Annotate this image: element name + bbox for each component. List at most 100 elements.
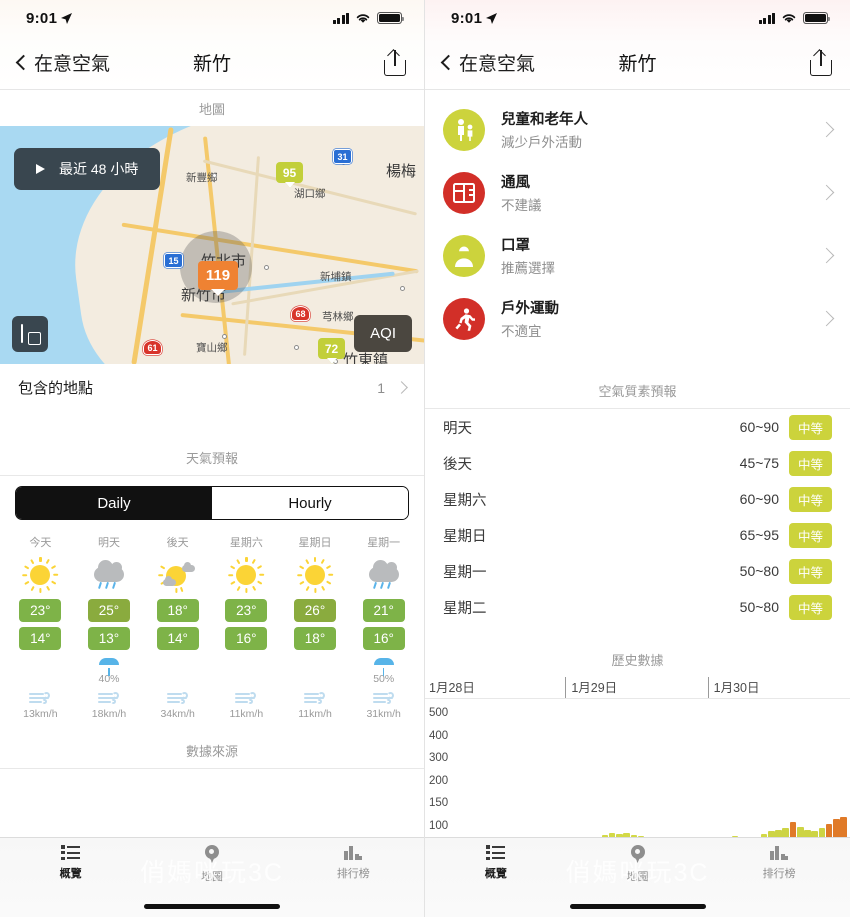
weather-high-temp: 25° [88,599,130,622]
chevron-left-icon [15,54,32,71]
recommendation-title: 通風 [501,175,530,191]
sun-icon [30,565,51,585]
forecast-range: 65~95 [739,527,779,543]
tab-label: 排行榜 [336,868,370,880]
wind: 31km/h [366,685,401,723]
recommendation-title: 兒童和老年人 [501,112,588,128]
precipitation: 50% [373,655,394,685]
tab-ranking[interactable]: 排行榜 [283,845,424,890]
recommendation-title: 戶外運動 [501,301,559,317]
chevron-right-icon [818,310,835,327]
recommendation-row[interactable]: 通風 不建議 [425,161,850,224]
back-button[interactable]: 在意空氣 [440,49,536,76]
chevron-left-icon [440,54,457,71]
forecast-day: 後天 [443,456,472,473]
share-button[interactable] [384,48,406,76]
tab-daily[interactable]: Daily [16,487,212,519]
tab-bar: 概覽 地圖 排行榜 俏媽咪玩3C [425,837,850,917]
wind-icon [372,691,395,705]
map-aqi-marker[interactable]: 95 [276,162,303,188]
map-poi-dot [212,173,217,178]
rain-cloud-icon [83,557,135,593]
weather-low-temp: 18° [294,627,337,650]
tab-ranking[interactable]: 排行榜 [708,845,850,890]
wind: 11km/h [298,685,332,723]
tab-overview[interactable]: 概覽 [0,845,141,890]
weather-day-label: 後天 [166,537,189,549]
wind: 18km/h [92,685,126,723]
weather-day-label: 星期六 [229,537,263,549]
tab-overview[interactable]: 概覽 [425,845,567,890]
map-aqi-marker[interactable]: 72 [318,338,345,364]
recent-48h-button[interactable]: 最近 48 小時 [14,148,161,190]
tab-map[interactable]: 地圖 [567,845,709,890]
recommendation-subtitle: 減少戶外活動 [501,135,582,150]
included-places-label: 包含的地點 [18,380,94,397]
chart-date-label: 1月28日 [429,681,475,695]
back-label: 在意空氣 [34,54,111,75]
forecast-range: 45~75 [739,455,779,471]
nav-bar: 在意空氣 新竹 [425,36,850,90]
forecast-day: 明天 [443,420,472,437]
partly-sunny-icon [152,557,204,593]
back-button[interactable]: 在意空氣 [15,49,111,76]
recommendation-row[interactable]: 戶外運動 不適宜 [425,287,850,350]
home-indicator [144,904,280,909]
tab-label: 概覽 [59,868,82,880]
rain-cloud-icon [94,560,124,582]
location-arrow-icon [486,12,498,24]
sun-icon [305,565,326,585]
back-label: 在意空氣 [459,54,536,75]
tab-map[interactable]: 地圖 [141,845,282,890]
pin-icon [204,845,219,863]
share-button[interactable] [810,48,832,76]
weather-day-column: 今天 23° 14° 13km/h [6,534,75,723]
weather-section-header: 天氣預報 [0,439,424,476]
tab-hourly[interactable]: Hourly [212,487,408,519]
aqi-forecast-row: 後天 45~75 中等 [425,445,850,481]
map-aqi-marker[interactable]: 119 [198,261,238,296]
left-screen: 9:01 在意空氣 新竹 地圖 新豐鄉 湖口鄉 楊梅 新竹市 新埔鎮 芎林鄉 寶… [0,0,425,917]
wind-icon [304,691,326,705]
map-layers-button[interactable] [12,316,48,352]
status-indicators [758,12,831,24]
map-poi-dot [294,345,299,350]
chevron-right-icon [818,247,835,264]
recommendation-row[interactable]: 兒童和老年人 減少戶外活動 [425,98,850,161]
weather-day-column: 星期六 23° 16° 11km/h [212,534,281,723]
wind: 11km/h [230,685,263,723]
nav-bar: 在意空氣 新竹 [0,36,424,90]
wind-speed: 13km/h [23,708,58,720]
aqi-toggle-button[interactable]: AQI [354,315,412,352]
status-time-text: 9:01 [26,9,58,27]
wifi-icon [782,14,796,23]
recommendation-row[interactable]: 口罩 推薦選擇 [425,224,850,287]
map-place-label: 芎林鄉 [322,311,354,323]
history-header: 歷史數據 [425,641,850,677]
weather-high-temp: 18° [156,599,199,622]
aqi-forecast-row: 星期六 60~90 中等 [425,481,850,517]
weather-high-temp: 23° [19,599,62,622]
recommendation-list: 兒童和老年人 減少戶外活動 通風 不建議 口罩 推薦選擇 戶外運動 不適宜 [425,98,850,350]
data-source-header: 數據來源 [0,727,424,768]
map-poi-dot [222,334,227,339]
weather-day-column: 明天 25° 13° 40% 18km/h [75,534,144,723]
marker-tail [284,182,295,188]
list-icon [486,845,506,860]
layers-icon [21,324,23,343]
included-places-row[interactable]: 包含的地點 1 [0,364,424,411]
sun-icon [289,557,341,593]
umbrella-icon [373,658,394,676]
window-icon [443,171,485,214]
tab-label: 排行榜 [762,868,796,880]
highway-shield-31: 31 [333,149,352,164]
marker-tail [326,358,337,364]
weather-day-label: 今天 [29,537,52,549]
forecast-range: 50~80 [739,563,779,579]
rain-cloud-icon [368,560,399,582]
tab-bar: 概覽 地圖 排行榜 俏媽咪玩3C [0,837,424,917]
family-icon [443,108,485,151]
tab-label: 概覽 [484,868,507,880]
map-view[interactable]: 新豐鄉湖口鄉楊梅竹北市新竹市新埔鎮芎林鄉寶山鄉竹東鎮北埔鄉竹南鎮頭份市 3115… [0,126,424,364]
wind-icon [235,691,257,705]
